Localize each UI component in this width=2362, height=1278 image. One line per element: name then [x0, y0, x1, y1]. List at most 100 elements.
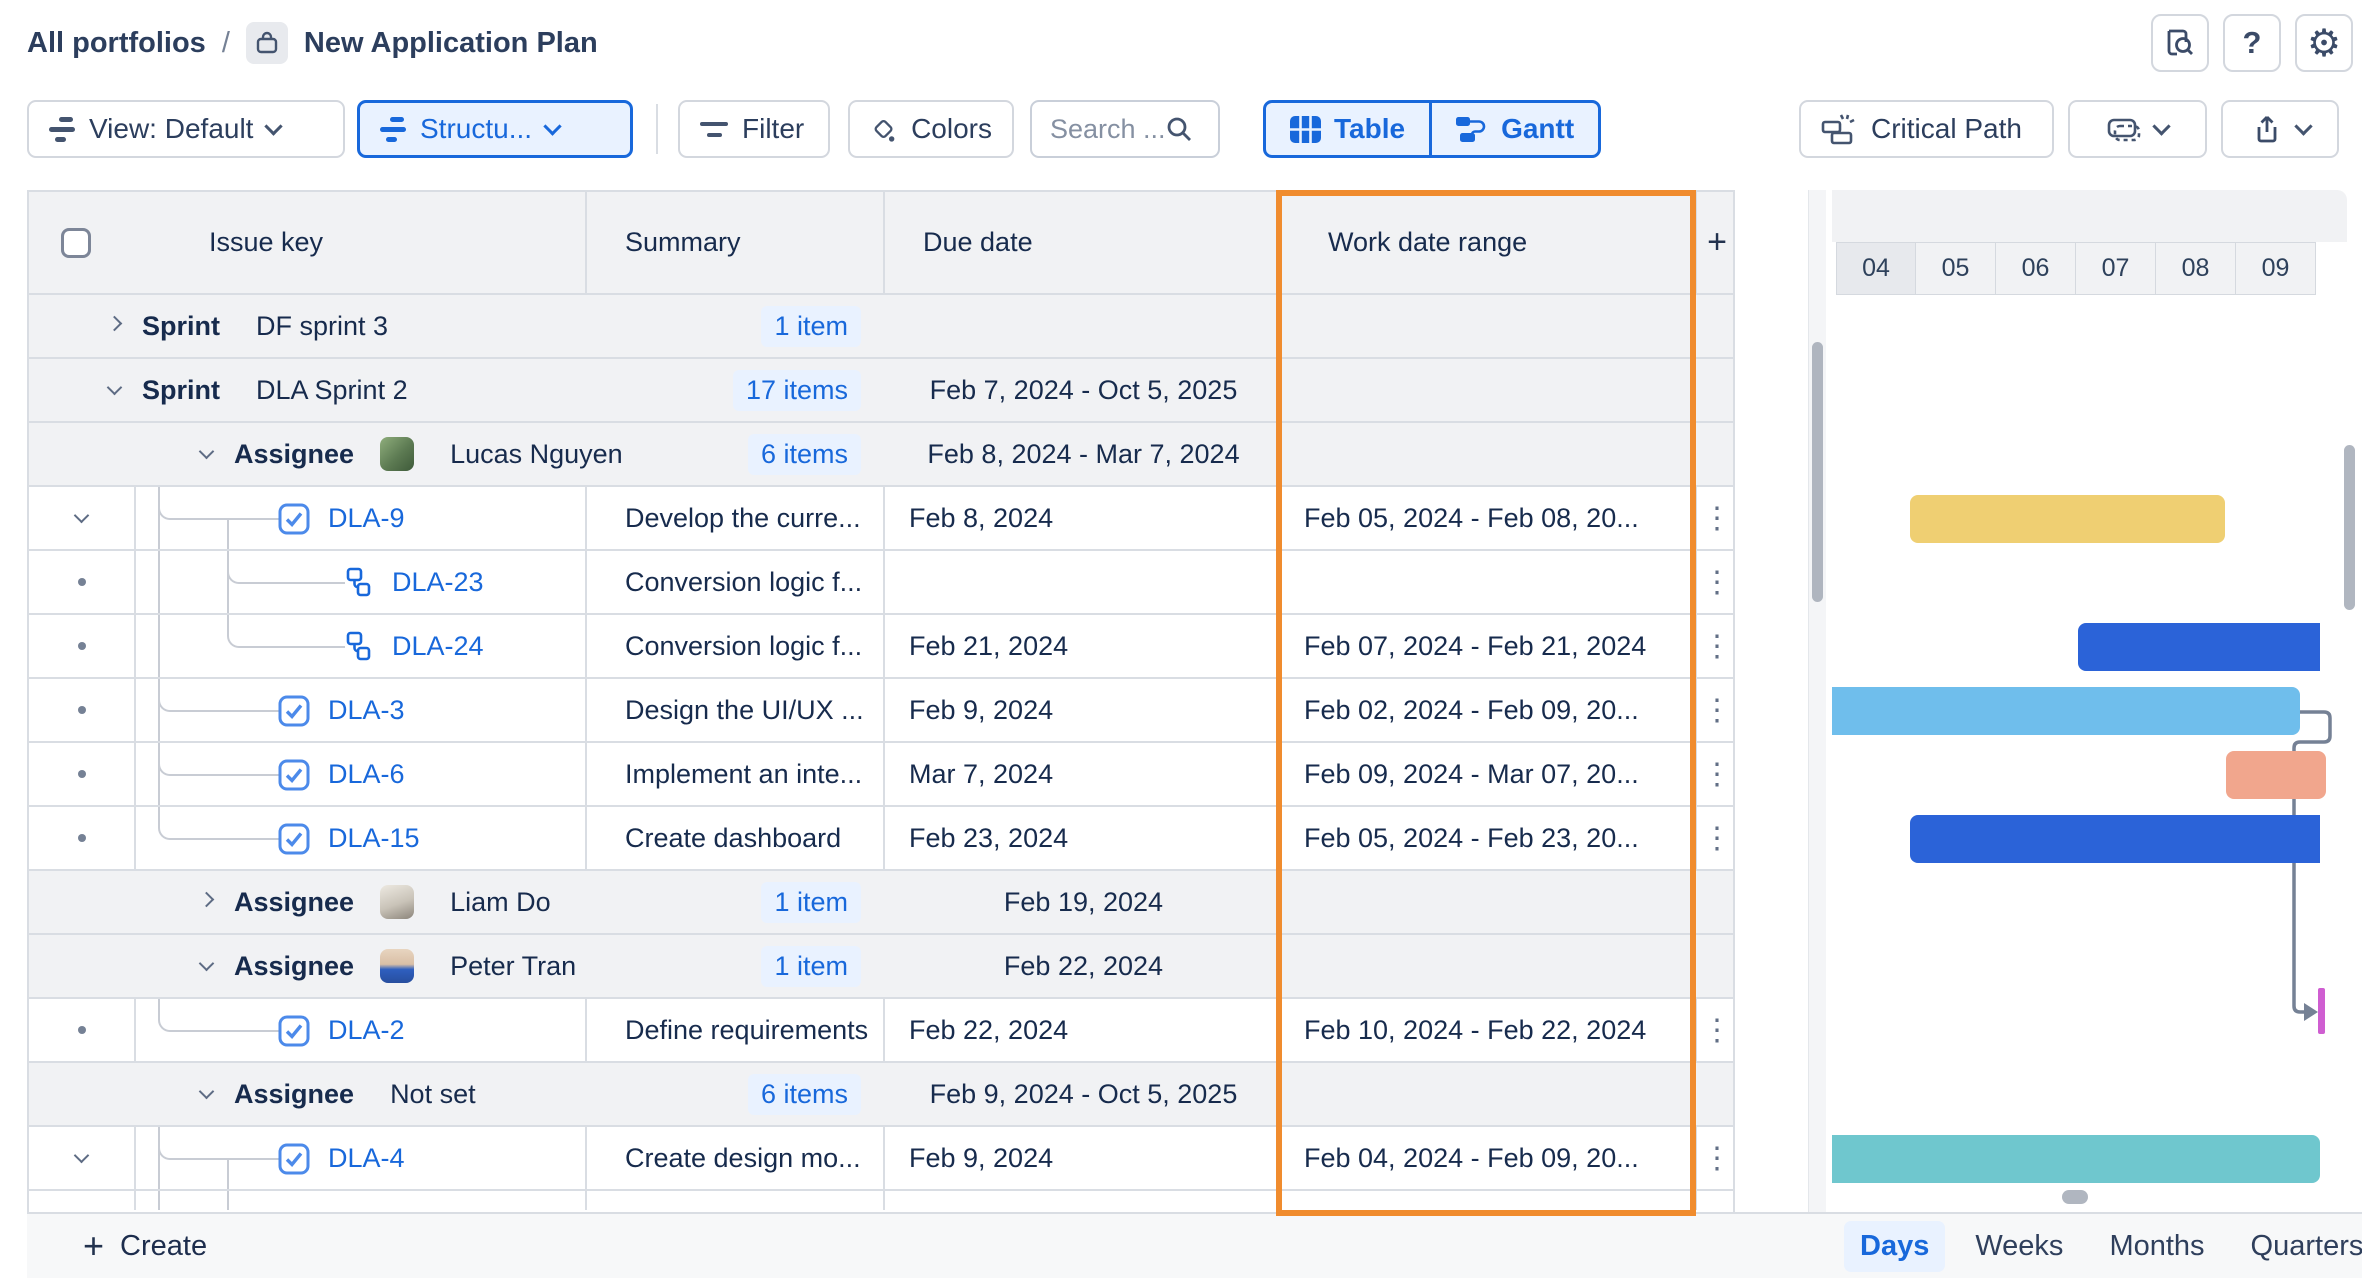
summary-cell[interactable]: Develop the curre...: [587, 487, 885, 549]
issue-key-link[interactable]: DLA-4: [328, 1143, 405, 1174]
gantt-view-button[interactable]: Gantt: [1429, 103, 1598, 155]
breadcrumb-all-portfolios-link[interactable]: All portfolios: [27, 27, 206, 60]
table-row[interactable]: DLA-6 Implement an inte...Mar 7, 2024Feb …: [29, 743, 1733, 807]
gantt-bar-dla-3[interactable]: [1832, 687, 2300, 735]
zoom-days-button[interactable]: Days: [1844, 1221, 1945, 1272]
kebab-menu-icon[interactable]: ⋮: [1697, 629, 1737, 664]
summary-cell[interactable]: Design the UI/UX ...: [587, 679, 885, 741]
issue-key-cell[interactable]: DLA-4: [136, 1127, 587, 1189]
settings-button[interactable]: ⚙: [2295, 14, 2353, 72]
colors-button[interactable]: Colors: [848, 100, 1014, 158]
kebab-menu-icon[interactable]: ⋮: [1697, 821, 1737, 856]
expand-cell[interactable]: [29, 999, 136, 1061]
search-icon[interactable]: [1165, 115, 1193, 143]
expand-cell[interactable]: [29, 551, 136, 613]
due-date-cell[interactable]: Feb 9, 2024: [885, 1127, 1282, 1189]
summary-cell[interactable]: Create dashboard: [587, 807, 885, 869]
work-date-range-cell[interactable]: Feb 09, 2024 - Mar 07, 20...: [1282, 743, 1697, 805]
column-work-date-range[interactable]: Work date range: [1282, 192, 1697, 293]
row-menu-cell[interactable]: ⋮: [1697, 679, 1737, 741]
item-count-badge[interactable]: 6 items: [748, 434, 861, 475]
summary-cell[interactable]: Conversion logic f...: [587, 551, 885, 613]
group-row[interactable]: AssigneeLiam Do1 itemFeb 19, 2024: [29, 871, 1733, 935]
kebab-menu-icon[interactable]: ⋮: [1697, 501, 1737, 536]
expand-cell[interactable]: [29, 743, 136, 805]
share-dropdown-button[interactable]: [2221, 100, 2339, 158]
view-selector-button[interactable]: View: Default: [27, 100, 345, 158]
group-row[interactable]: AssigneePeter Tran1 itemFeb 22, 2024: [29, 935, 1733, 999]
gantt-bar-dla-6[interactable]: [2226, 751, 2326, 799]
table-row[interactable]: DLA-2Define requirementsFeb 22, 2024Feb …: [29, 999, 1733, 1063]
add-column-button[interactable]: +: [1697, 192, 1737, 293]
column-summary[interactable]: Summary: [587, 192, 885, 293]
documentation-button[interactable]: [2151, 14, 2209, 72]
summary-cell[interactable]: Implement an inte...: [587, 743, 885, 805]
summary-cell[interactable]: Define requirements: [587, 999, 885, 1061]
issue-key-cell[interactable]: DLA-3: [136, 679, 587, 741]
summary-cell[interactable]: Conversion logic f...: [587, 615, 885, 677]
item-count-badge[interactable]: 6 items: [748, 1074, 861, 1115]
table-row[interactable]: DLA-3Design the UI/UX ...Feb 9, 2024Feb …: [29, 679, 1733, 743]
table-row[interactable]: DLA-23Conversion logic f...⋮: [29, 551, 1733, 615]
summary-cell[interactable]: Create design mo...: [587, 1127, 885, 1189]
row-menu-cell[interactable]: ⋮: [1697, 999, 1737, 1061]
zoom-quarters-button[interactable]: Quarters: [2235, 1221, 2362, 1272]
expand-cell[interactable]: [29, 487, 136, 549]
kebab-menu-icon[interactable]: ⋮: [1697, 693, 1737, 728]
gantt-bar-dla-9[interactable]: [1910, 495, 2225, 543]
chevron-right-icon[interactable]: [107, 315, 123, 331]
kebab-menu-icon[interactable]: ⋮: [1697, 757, 1737, 792]
issue-key-link[interactable]: DLA-24: [392, 631, 484, 662]
issue-key-cell[interactable]: DLA-6: [136, 743, 587, 805]
kebab-menu-icon[interactable]: ⋮: [1697, 1013, 1737, 1048]
column-due-date[interactable]: Due date: [885, 192, 1282, 293]
create-button[interactable]: + Create: [83, 1214, 207, 1278]
work-date-range-cell[interactable]: Feb 07, 2024 - Feb 21, 2024: [1282, 615, 1697, 677]
due-date-cell[interactable]: Mar 7, 2024: [885, 743, 1282, 805]
expand-cell[interactable]: [29, 1127, 136, 1189]
gantt-bar-dla-15[interactable]: [1910, 815, 2320, 863]
due-date-cell[interactable]: Feb 21, 2024: [885, 615, 1282, 677]
structure-selector-button[interactable]: Structu...: [357, 100, 633, 158]
chevron-down-icon[interactable]: [74, 1147, 90, 1163]
expand-cell[interactable]: [29, 615, 136, 677]
due-date-cell[interactable]: Feb 8, 2024: [885, 487, 1282, 549]
row-menu-cell[interactable]: ⋮: [1697, 551, 1737, 613]
gantt-bar-dla-24[interactable]: [2078, 623, 2320, 671]
item-count-badge[interactable]: 1 item: [761, 946, 861, 987]
gantt-bar-dla-4[interactable]: [1832, 1135, 2320, 1183]
chevron-right-icon[interactable]: [199, 891, 215, 907]
work-date-range-cell[interactable]: Feb 10, 2024 - Feb 22, 2024: [1282, 999, 1697, 1061]
kebab-menu-icon[interactable]: ⋮: [1697, 565, 1737, 600]
due-date-cell[interactable]: [885, 551, 1282, 613]
row-menu-cell[interactable]: ⋮: [1697, 743, 1737, 805]
due-date-cell[interactable]: Feb 22, 2024: [885, 999, 1282, 1061]
chevron-down-icon[interactable]: [199, 443, 215, 459]
group-row[interactable]: AssigneeLucas Nguyen6 itemsFeb 8, 2024 -…: [29, 423, 1733, 487]
zoom-weeks-button[interactable]: Weeks: [1959, 1221, 2079, 1272]
issue-key-link[interactable]: DLA-15: [328, 823, 420, 854]
table-row[interactable]: DLA-4Create design mo...Feb 9, 2024Feb 0…: [29, 1127, 1733, 1191]
table-vertical-scrollbar[interactable]: [1808, 190, 1826, 1212]
work-date-range-cell[interactable]: Feb 02, 2024 - Feb 09, 20...: [1282, 679, 1697, 741]
help-button[interactable]: ?: [2223, 14, 2281, 72]
work-date-range-cell[interactable]: [1282, 551, 1697, 613]
expand-cell[interactable]: [29, 679, 136, 741]
critical-path-button[interactable]: Critical Path: [1799, 100, 2054, 158]
issue-key-cell[interactable]: DLA-9: [136, 487, 587, 549]
baselines-dropdown-button[interactable]: [2068, 100, 2207, 158]
work-date-range-cell[interactable]: Feb 05, 2024 - Feb 23, 20...: [1282, 807, 1697, 869]
issue-key-link[interactable]: DLA-9: [328, 503, 405, 534]
table-row[interactable]: DLA-9Develop the curre...Feb 8, 2024Feb …: [29, 487, 1733, 551]
issue-key-cell[interactable]: DLA-23: [136, 551, 587, 613]
issue-key-cell[interactable]: DLA-24: [136, 615, 587, 677]
issue-key-link[interactable]: DLA-23: [392, 567, 484, 598]
item-count-badge[interactable]: 17 items: [733, 370, 861, 411]
expand-cell[interactable]: [29, 807, 136, 869]
row-menu-cell[interactable]: ⋮: [1697, 615, 1737, 677]
kebab-menu-icon[interactable]: ⋮: [1697, 1141, 1737, 1176]
table-row[interactable]: DLA-15Create dashboardFeb 23, 2024Feb 05…: [29, 807, 1733, 871]
issue-key-link[interactable]: DLA-6: [328, 759, 405, 790]
group-row[interactable]: AssigneeNot set6 itemsFeb 9, 2024 - Oct …: [29, 1063, 1733, 1127]
table-row[interactable]: DLA-24 Conversion logic f...Feb 21, 2024F…: [29, 615, 1733, 679]
